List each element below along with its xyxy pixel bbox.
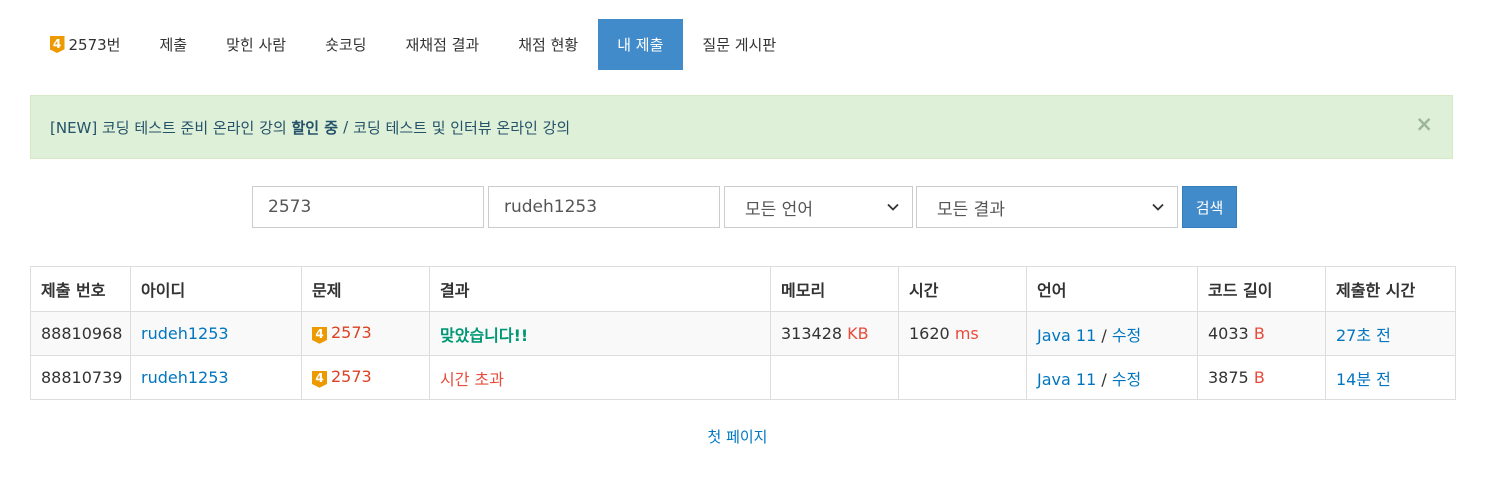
header-code-length: 코드 길이 <box>1197 266 1326 312</box>
problem-link[interactable]: 2573 <box>331 323 372 342</box>
tab-judge-status[interactable]: 채점 현황 <box>499 19 598 70</box>
code-length-value: 3875 <box>1208 368 1249 387</box>
user-link[interactable]: rudeh1253 <box>141 368 229 387</box>
time-cell <box>898 355 1027 400</box>
problem-id-field[interactable] <box>252 186 484 228</box>
chevron-down-icon <box>887 203 899 211</box>
tier-badge-icon: 4 <box>312 326 327 344</box>
promo-link-interview[interactable]: 코딩 테스트 및 인터뷰 온라인 강의 <box>353 117 570 138</box>
user-cell: rudeh1253 <box>130 355 302 400</box>
language-select[interactable]: 모든 언어 <box>724 186 913 228</box>
tier-badge-icon: 4 <box>312 370 327 388</box>
header-result: 결과 <box>429 266 771 312</box>
tab-my-submissions[interactable]: 내 제출 <box>597 19 683 70</box>
table-header-row: 제출 번호 아이디 문제 결과 메모리 시간 언어 코드 길이 제출한 시간 <box>30 266 1456 312</box>
problem-link[interactable]: 2573 <box>331 367 372 386</box>
promo-alert: [NEW] 코딩 테스트 준비 온라인 강의 할인 중 / 코딩 테스트 및 인… <box>30 95 1453 159</box>
code-length-cell: 3875 B <box>1197 355 1326 400</box>
table-row: 88810968 rudeh1253 4 2573 맞았습니다!! 313428 … <box>30 311 1456 356</box>
tab-label: 재채점 결과 <box>405 36 480 54</box>
table-row: 88810739 rudeh1253 4 2573 시간 초과 Java 11 /… <box>30 355 1456 400</box>
memory-unit: KB <box>847 324 869 343</box>
problem-cell: 4 2573 <box>301 311 430 356</box>
submitted-time-link[interactable]: 27초 전 <box>1336 326 1391 345</box>
user-link[interactable]: rudeh1253 <box>141 324 229 343</box>
tab-label: 제출 <box>159 36 188 54</box>
submission-status-table: 제출 번호 아이디 문제 결과 메모리 시간 언어 코드 길이 제출한 시간 8… <box>30 266 1456 400</box>
language-select-value: 모든 언어 <box>745 199 813 220</box>
time-value: 1620 <box>909 324 950 343</box>
chevron-down-icon <box>1152 203 1164 211</box>
header-time: 시간 <box>898 266 1027 312</box>
submitted-time-cell: 27초 전 <box>1325 311 1456 356</box>
memory-cell <box>770 355 899 400</box>
language-separator: / <box>1101 325 1107 345</box>
tab-label: 질문 게시판 <box>702 36 777 54</box>
edit-link[interactable]: 수정 <box>1112 326 1141 345</box>
tab-solved-users[interactable]: 맞힌 사람 <box>207 19 306 70</box>
result-cell: 맞았습니다!! <box>429 311 771 356</box>
submitted-time-link[interactable]: 14분 전 <box>1336 370 1391 389</box>
tab-label: 내 제출 <box>617 36 664 54</box>
header-submitted-time: 제출한 시간 <box>1325 266 1456 312</box>
time-cell: 1620 ms <box>898 311 1027 356</box>
source-code-link[interactable]: Java 11 <box>1037 370 1096 389</box>
code-length-cell: 4033 B <box>1197 311 1326 356</box>
pagination: 첫 페이지 <box>0 426 1475 447</box>
problem-id-input[interactable] <box>268 197 483 217</box>
header-user-id: 아이디 <box>130 266 302 312</box>
code-length-value: 4033 <box>1208 324 1249 343</box>
memory-value: 313428 <box>781 324 843 343</box>
submission-id-cell: 88810968 <box>30 311 131 356</box>
source-code-link[interactable]: Java 11 <box>1037 326 1096 345</box>
header-submission-id: 제출 번호 <box>30 266 131 312</box>
problem-tabs: 4 2573번 제출 맞힌 사람 숏코딩 재채점 결과 채점 현황 내 제출 질… <box>30 19 796 70</box>
search-button[interactable]: 검색 <box>1182 186 1237 228</box>
time-unit: ms <box>954 324 979 343</box>
tab-label: 숏코딩 <box>325 36 367 54</box>
user-id-field[interactable] <box>488 186 720 228</box>
tab-problem[interactable]: 4 2573번 <box>30 19 140 70</box>
promo-separator: / <box>343 118 349 136</box>
result-select[interactable]: 모든 결과 <box>916 186 1178 228</box>
promo-discount: 할인 중 <box>291 118 339 137</box>
first-page-link[interactable]: 첫 페이지 <box>708 428 768 446</box>
edit-link[interactable]: 수정 <box>1112 370 1141 389</box>
submission-id-cell: 88810739 <box>30 355 131 400</box>
submitted-time-cell: 14분 전 <box>1325 355 1456 400</box>
result-cell: 시간 초과 <box>429 355 771 400</box>
language-cell: Java 11 / 수정 <box>1026 311 1198 356</box>
tab-label: 채점 현황 <box>518 36 579 54</box>
language-separator: / <box>1101 369 1107 389</box>
memory-cell: 313428 KB <box>770 311 899 356</box>
tab-question-board[interactable]: 질문 게시판 <box>683 19 796 70</box>
result-accepted: 맞았습니다!! <box>440 325 529 345</box>
result-select-value: 모든 결과 <box>937 199 1005 220</box>
tab-label: 2573번 <box>68 36 121 54</box>
header-problem: 문제 <box>301 266 430 312</box>
promo-text: [NEW] 코딩 테스트 준비 온라인 강의 <box>50 118 287 137</box>
code-length-unit: B <box>1253 368 1265 387</box>
tab-submit[interactable]: 제출 <box>140 19 207 70</box>
tier-badge-icon: 4 <box>49 36 65 53</box>
user-id-input[interactable] <box>504 197 719 217</box>
problem-cell: 4 2573 <box>301 355 430 400</box>
header-language: 언어 <box>1026 266 1198 312</box>
language-cell: Java 11 / 수정 <box>1026 355 1198 400</box>
user-cell: rudeh1253 <box>130 311 302 356</box>
tab-short-coding[interactable]: 숏코딩 <box>306 19 386 70</box>
tab-rejudge-results[interactable]: 재채점 결과 <box>386 19 499 70</box>
promo-link-lecture[interactable]: [NEW] 코딩 테스트 준비 온라인 강의 할인 중 <box>50 117 338 138</box>
close-icon[interactable]: × <box>1415 114 1433 135</box>
tab-label: 맞힌 사람 <box>226 36 287 54</box>
result-time-limit-exceeded: 시간 초과 <box>440 369 504 389</box>
header-memory: 메모리 <box>770 266 899 312</box>
code-length-unit: B <box>1253 324 1265 343</box>
